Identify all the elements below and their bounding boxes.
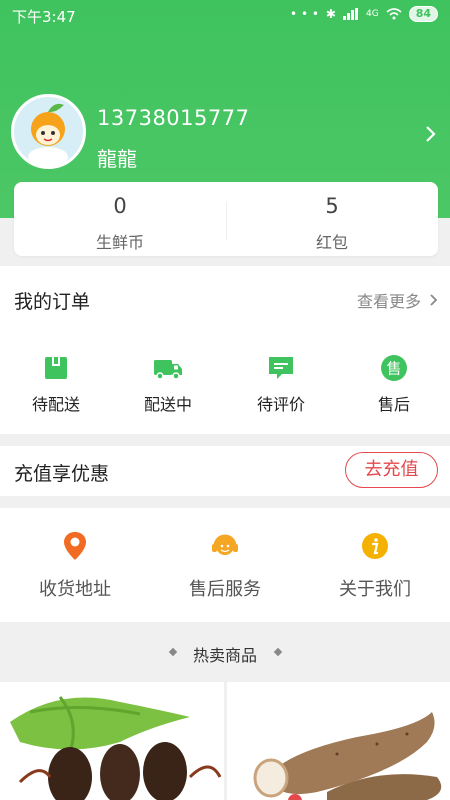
product-grid — [0, 682, 450, 800]
service-address[interactable]: 收货地址 — [0, 530, 150, 610]
chevron-right-icon — [430, 294, 438, 306]
stat-redpacket-value: 5 — [325, 194, 339, 218]
wifi-icon — [386, 8, 402, 20]
recharge-section: 充值享优惠 去充值 — [0, 446, 450, 496]
svg-text:售: 售 — [386, 360, 401, 378]
service-about-label: 关于我们 — [339, 579, 411, 600]
signal-icon — [342, 8, 358, 20]
chevron-right-icon[interactable] — [424, 124, 438, 144]
comment-icon — [269, 357, 293, 379]
stat-coins-label: 生鲜币 — [95, 233, 144, 252]
order-in-delivery[interactable]: 配送中 — [112, 348, 224, 418]
order-after-sale-label: 售后 — [377, 395, 410, 414]
stat-coins-value: 0 — [113, 194, 127, 218]
dots-icon: • • • — [290, 7, 319, 21]
stat-redpacket[interactable]: 5 红包 — [226, 182, 438, 256]
avatar[interactable] — [11, 94, 86, 169]
view-more-label: 查看更多 — [356, 292, 421, 311]
network-label: 4G — [365, 9, 379, 19]
location-pin-icon — [64, 532, 86, 560]
stats-card: 0 生鲜币 5 红包 — [14, 182, 438, 256]
stat-redpacket-label: 红包 — [315, 233, 348, 252]
service-after-sale-label: 售后服务 — [189, 579, 261, 600]
battery-icon: 84 — [408, 6, 438, 22]
stat-coins[interactable]: 0 生鲜币 — [14, 182, 226, 256]
status-time: 下午3:47 — [12, 8, 76, 26]
order-pending-review-label: 待评价 — [256, 395, 305, 414]
product-card[interactable] — [227, 682, 450, 800]
product-card[interactable] — [0, 682, 224, 800]
info-icon — [362, 533, 388, 559]
recharge-title: 充值享优惠 — [14, 463, 110, 485]
service-address-label: 收货地址 — [39, 579, 111, 600]
order-pending-review[interactable]: 待评价 — [225, 348, 337, 418]
profile-nickname[interactable]: 龍龍 — [97, 143, 137, 172]
profile-phone[interactable]: 13738015777 — [97, 106, 249, 130]
view-more-link[interactable]: 查看更多 — [357, 288, 438, 312]
after-sale-icon: 售 — [381, 355, 407, 381]
product-image-yam — [227, 682, 450, 800]
bluetooth-icon: ✱ — [325, 7, 336, 21]
service-after-sale[interactable]: 售后服务 — [150, 530, 300, 610]
status-icons: • • • ✱ 4G 84 — [290, 6, 438, 22]
hot-products-header: 热卖商品 — [0, 622, 450, 682]
headset-icon — [212, 534, 238, 555]
order-after-sale[interactable]: 售 售后 — [338, 348, 450, 418]
order-pending-delivery[interactable]: 待配送 — [0, 348, 112, 418]
hot-products-title: 热卖商品 — [192, 646, 257, 665]
services-section: 收货地址 售后服务 关于我们 — [0, 508, 450, 622]
recharge-button[interactable]: 去充值 — [345, 452, 438, 488]
product-image-crayfish — [0, 682, 224, 800]
truck-icon — [154, 360, 182, 380]
orders-title: 我的订单 — [14, 291, 91, 313]
orders-section: 我的订单 查看更多 待配送 配送中 待评价 售 售后 — [0, 266, 450, 434]
order-pending-delivery-label: 待配送 — [31, 395, 80, 414]
box-icon — [45, 357, 67, 379]
status-bar: 下午3:47 • • • ✱ 4G 84 — [0, 0, 450, 30]
service-about[interactable]: 关于我们 — [300, 530, 450, 610]
order-in-delivery-label: 配送中 — [143, 395, 192, 414]
